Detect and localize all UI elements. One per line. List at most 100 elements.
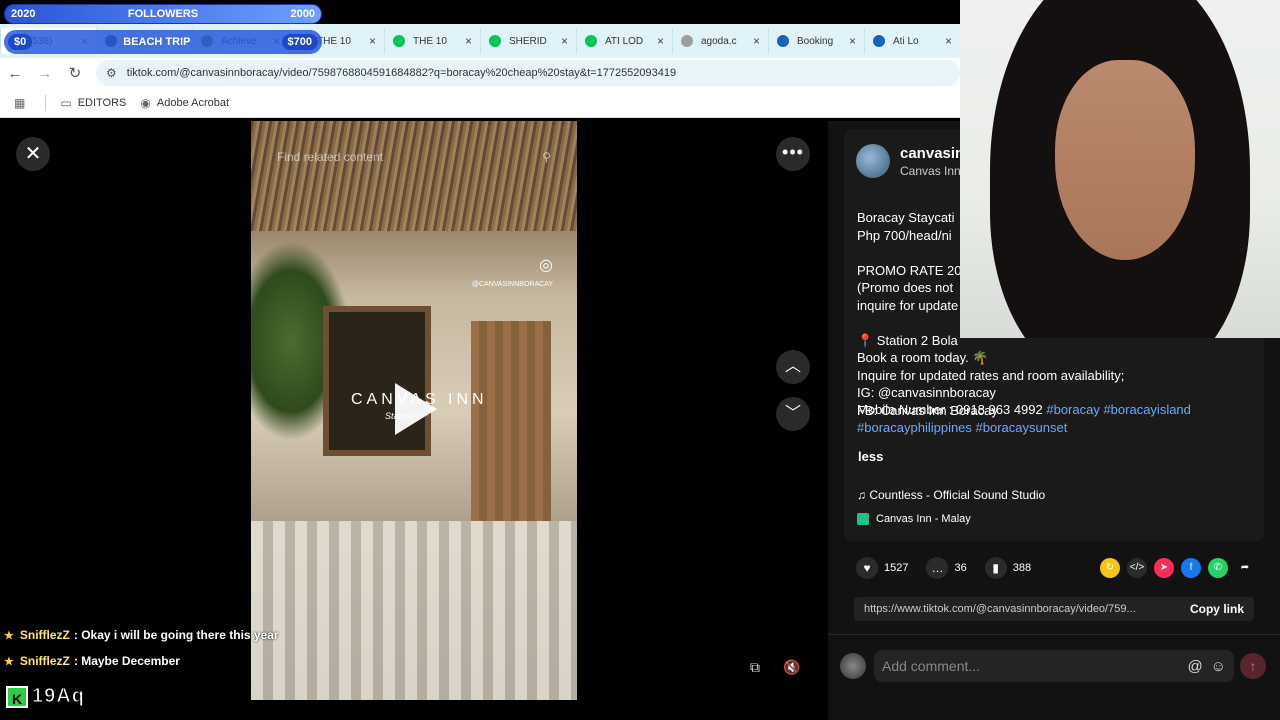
video-handle: @CANVASINNBORACAY bbox=[471, 281, 553, 288]
tab-close-icon[interactable]: × bbox=[465, 34, 472, 48]
less-link[interactable]: less bbox=[858, 449, 883, 464]
previous-video-button[interactable]: ︿ bbox=[776, 350, 810, 384]
user-avatar bbox=[840, 653, 866, 679]
share-link-text[interactable]: https://www.tiktok.com/@canvasinnboracay… bbox=[864, 603, 1136, 615]
browser-tab[interactable]: agoda.c × bbox=[672, 28, 768, 54]
share-icon[interactable]: ➦ bbox=[1235, 558, 1255, 578]
tab-close-icon[interactable]: × bbox=[369, 34, 376, 48]
video-scene-railing bbox=[251, 521, 577, 700]
embed-icon[interactable]: </> bbox=[1127, 558, 1147, 578]
tab-label: SHERID bbox=[509, 35, 547, 47]
more-icon: ••• bbox=[782, 142, 804, 162]
stream-badge: K 19Aq bbox=[6, 685, 85, 708]
comment-button[interactable]: … 36 bbox=[926, 557, 967, 579]
chat-user: SnifflezZ bbox=[19, 628, 70, 642]
share-icons: ↻ </> ➤ f ✆ ➦ bbox=[1100, 558, 1262, 578]
close-icon: ✕ bbox=[24, 143, 42, 165]
related-search[interactable]: Find related content ⚲ bbox=[269, 143, 559, 171]
tab-label: Booking bbox=[797, 35, 834, 47]
pip-icon[interactable]: ⧉ bbox=[743, 655, 767, 679]
back-icon[interactable]: ← bbox=[0, 65, 30, 82]
tab-favicon-icon bbox=[393, 35, 405, 47]
engagement-stats: ♥ 1527 … 36 ▮ 388 bbox=[856, 557, 1049, 579]
chat-user: SnifflezZ bbox=[19, 654, 70, 668]
badge-code: 19Aq bbox=[32, 685, 85, 708]
description-line: PROMO RATE 20 bbox=[857, 262, 962, 278]
next-video-button[interactable]: ﹀ bbox=[776, 397, 810, 431]
like-button[interactable]: ♥ 1527 bbox=[856, 557, 908, 579]
location-icon bbox=[857, 513, 869, 525]
bookmark-icon: ▮ bbox=[984, 557, 1007, 579]
tab-close-icon[interactable]: × bbox=[849, 34, 856, 48]
play-icon[interactable] bbox=[395, 383, 437, 435]
description-line: 📍 Station 2 Bola bbox=[857, 332, 958, 348]
mute-icon[interactable]: 🔇 bbox=[780, 655, 804, 679]
tab-label: ATI LOD bbox=[605, 35, 644, 47]
save-count: 388 bbox=[1012, 562, 1032, 574]
location-text: Canvas Inn - Malay bbox=[876, 513, 971, 525]
tab-favicon-icon bbox=[777, 35, 789, 47]
chevron-down-icon: ﹀ bbox=[784, 405, 801, 422]
copy-link-button[interactable]: Copy link bbox=[1190, 602, 1244, 616]
description-line: Inquire for updated rates and room avail… bbox=[857, 367, 1125, 383]
url-input[interactable]: ⚙ tiktok.com/@canvasinnboracay/video/759… bbox=[96, 60, 960, 86]
mention-icon[interactable]: @ bbox=[1187, 658, 1202, 675]
goal-start-year: 2020 bbox=[11, 8, 36, 20]
search-icon[interactable]: ⚲ bbox=[542, 150, 551, 164]
address-bar: ← → ↻ ⚙ tiktok.com/@canvasinnboracay/vid… bbox=[0, 58, 960, 88]
chat-text: : Okay i will be going there this year bbox=[73, 628, 279, 642]
comment-count: 36 bbox=[954, 562, 967, 574]
tab-label: THE 10 bbox=[413, 35, 447, 47]
tab-close-icon[interactable]: × bbox=[561, 34, 568, 48]
bookmark-editors[interactable]: ▭ EDITORS bbox=[60, 96, 126, 110]
whatsapp-icon[interactable]: ✆ bbox=[1208, 558, 1228, 578]
badge-letter: K bbox=[6, 685, 28, 708]
money-goal-bar: $0 BEACH TRIP $700 bbox=[4, 30, 322, 54]
tab-close-icon[interactable]: × bbox=[753, 34, 760, 48]
money-start: $0 bbox=[8, 34, 33, 50]
share-link-box: https://www.tiktok.com/@canvasinnboracay… bbox=[854, 597, 1254, 621]
forward-icon[interactable]: → bbox=[30, 65, 60, 82]
music-title: Countless - Official Sound Studio bbox=[869, 488, 1046, 502]
description-line: (Promo does not bbox=[857, 280, 954, 295]
acrobat-icon: ◉ bbox=[140, 95, 151, 110]
send-comment-button[interactable]: ↑ bbox=[1240, 653, 1266, 679]
location-tag[interactable]: Canvas Inn - Malay bbox=[857, 513, 971, 525]
post-tags-2[interactable]: #boracayphilippines #boracaysunset bbox=[857, 419, 1067, 437]
browser-tab[interactable]: SHERID × bbox=[480, 28, 576, 54]
comment-bar: Add comment... @ ☺ ↑ bbox=[828, 634, 1280, 700]
video-scene-door bbox=[471, 321, 551, 521]
more-options-button[interactable]: ••• bbox=[776, 137, 810, 171]
author-username[interactable]: canvasin bbox=[900, 145, 964, 162]
star-icon: ★ bbox=[4, 655, 14, 668]
post-tags-1[interactable]: #boracay #boracayisland bbox=[1046, 402, 1191, 417]
music-line[interactable]: ♫ Countless - Official Sound Studio bbox=[857, 488, 1045, 502]
description-line: Php 700/head/ni bbox=[857, 227, 952, 243]
browser-tab[interactable]: Booking × bbox=[768, 28, 864, 54]
tab-favicon-icon bbox=[681, 35, 693, 47]
save-button[interactable]: ▮ 388 bbox=[984, 557, 1032, 579]
browser-tab[interactable]: Ati Lo × bbox=[864, 28, 960, 54]
browser-tab[interactable]: ATI LOD × bbox=[576, 28, 672, 54]
browser-tab[interactable]: THE 10 × bbox=[384, 28, 480, 54]
video-player[interactable]: Find related content ⚲ ◎ @CANVASINNBORAC… bbox=[251, 121, 577, 700]
emoji-icon[interactable]: ☺ bbox=[1211, 658, 1226, 675]
related-search-placeholder: Find related content bbox=[277, 150, 384, 164]
comment-input[interactable]: Add comment... @ ☺ bbox=[874, 650, 1234, 682]
apps-icon[interactable]: ▦ bbox=[14, 96, 31, 110]
folder-icon: ▭ bbox=[60, 95, 72, 110]
send-icon[interactable]: ➤ bbox=[1154, 558, 1174, 578]
tab-close-icon[interactable]: × bbox=[945, 34, 952, 48]
description-line: IG: @canvasinnboracay bbox=[857, 385, 996, 400]
author-avatar[interactable] bbox=[856, 144, 890, 178]
money-goal: $700 bbox=[281, 34, 318, 50]
repost-icon[interactable]: ↻ bbox=[1100, 558, 1120, 578]
facebook-icon[interactable]: f bbox=[1181, 558, 1201, 578]
goal-label: BEACH TRIP bbox=[123, 36, 191, 48]
reload-icon[interactable]: ↻ bbox=[60, 64, 90, 82]
bookmark-acrobat[interactable]: ◉ Adobe Acrobat bbox=[140, 96, 229, 110]
tab-close-icon[interactable]: × bbox=[657, 34, 664, 48]
site-info-icon[interactable]: ⚙ bbox=[106, 66, 117, 80]
description-line: Book a room today. 🌴 bbox=[857, 350, 989, 365]
close-button[interactable]: ✕ bbox=[16, 137, 50, 171]
